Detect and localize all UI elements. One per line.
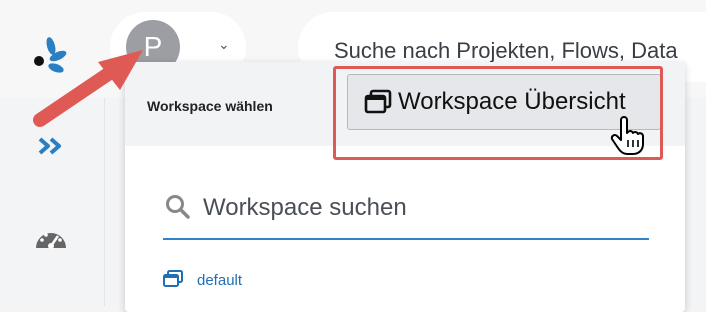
workspace-search-placeholder: Workspace suchen (203, 194, 407, 221)
search-icon (165, 194, 191, 225)
workspace-search-input[interactable]: Workspace suchen (163, 178, 649, 240)
workspace-dropdown: Workspace wählen Workspace Übersicht Wor… (125, 62, 685, 312)
sidebar (0, 98, 105, 306)
hand-pointer-icon (609, 116, 645, 161)
workspace-item-label: default (197, 272, 243, 289)
expand-icon[interactable] (38, 136, 64, 161)
chevron-down-icon[interactable]: ⌄ (218, 36, 230, 53)
dashboard-icon[interactable] (34, 226, 68, 257)
global-search-placeholder: Suche nach Projekten, Flows, Data (334, 38, 678, 63)
logo-icon[interactable] (28, 30, 78, 80)
dropdown-title: Workspace wählen (147, 98, 273, 114)
windows-icon (163, 270, 183, 293)
